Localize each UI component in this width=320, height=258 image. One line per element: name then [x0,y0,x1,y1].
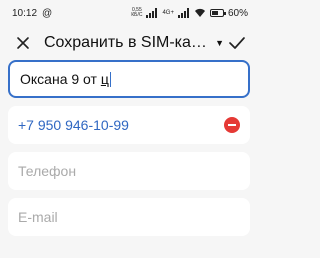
close-icon[interactable] [16,36,30,50]
battery-fill [211,11,218,15]
phone-value: +7 950 946-10-99 [18,117,129,133]
toolbar: Сохранить в SIM-карт… ▼ [0,28,258,58]
text-cursor [109,72,111,88]
status-left: 10:12 @ [12,8,52,19]
check-icon[interactable] [228,36,246,50]
at-icon: @ [42,7,53,19]
status-time: 10:12 [12,7,38,19]
phone-field[interactable]: +7 950 946-10-99 [8,106,250,144]
network-type: 4G+ [162,10,174,16]
battery-percent: 60% [227,7,248,19]
name-value-main: Оксана 9 от [20,70,101,87]
phone2-field[interactable]: Телефон [8,152,250,190]
status-right: 0,55 КБ/С 4G+ 60% [131,8,248,19]
remove-phone-button[interactable] [224,117,240,133]
battery-icon [209,9,226,17]
toolbar-title[interactable]: Сохранить в SIM-карт… [44,34,213,52]
signal-icon [146,8,158,18]
status-bar: 10:12 @ 0,55 КБ/С 4G+ 60% [0,0,258,26]
name-value: Оксана 9 от ц [20,71,111,88]
signal-icon-2 [177,8,189,18]
chevron-down-icon[interactable]: ▼ [215,38,224,48]
wifi-icon [194,8,205,17]
email-field[interactable]: E-mail [8,198,250,236]
speed-unit: КБ/С [131,12,143,18]
name-value-composing: ц [100,70,109,87]
phone2-placeholder: Телефон [18,163,77,179]
name-field[interactable]: Оксана 9 от ц [8,60,250,98]
network-speed: 0,55 КБ/С [131,8,142,18]
email-placeholder: E-mail [18,209,58,225]
minus-icon [228,124,236,126]
